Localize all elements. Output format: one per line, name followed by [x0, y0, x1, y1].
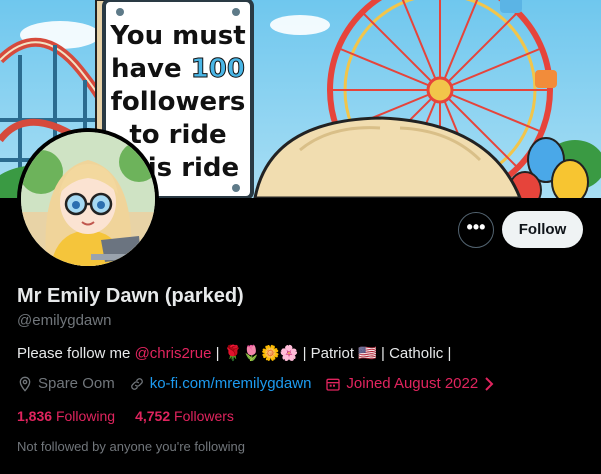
- sign-line-2: have 100: [110, 53, 246, 86]
- profile-bio: Please follow me @chris2rue | 🌹🌷🌼🌸 | Pat…: [17, 344, 451, 362]
- sign-line-1: You must: [110, 21, 246, 51]
- followers-count: 4,752: [135, 408, 171, 424]
- follow-stats: 1,836 Following 4,752 Followers: [17, 408, 254, 424]
- following-label: Following: [55, 408, 116, 424]
- sign-line-3: followers: [110, 87, 246, 117]
- more-icon: •••: [466, 217, 486, 237]
- joined-date[interactable]: Joined August 2022: [325, 375, 494, 392]
- sign-line-2-a: have: [111, 54, 182, 84]
- calendar-icon: [325, 376, 341, 392]
- bio-prefix: Please follow me: [17, 345, 131, 362]
- sign-line-2-number: 100: [190, 54, 245, 85]
- joined-text: Joined August 2022: [346, 375, 479, 392]
- following-stat[interactable]: 1,836 Following: [17, 408, 115, 424]
- display-name: Mr Emily Dawn (parked): [17, 285, 244, 307]
- location: Spare Oom: [17, 375, 115, 392]
- followers-stat[interactable]: 4,752 Followers: [135, 408, 234, 424]
- website-link[interactable]: ko-fi.com/mremilygdawn: [150, 375, 312, 392]
- location-pin-icon: [17, 376, 33, 392]
- website: ko-fi.com/mremilygdawn: [129, 375, 312, 392]
- bio-rest: | 🌹🌷🌼🌸 | Patriot 🇺🇸 | Catholic |: [215, 345, 452, 362]
- following-count: 1,836: [17, 408, 53, 424]
- avatar-image: [21, 132, 155, 266]
- user-handle: @emilygdawn: [17, 312, 112, 329]
- chevron-right-icon: [484, 376, 494, 391]
- follow-button[interactable]: Follow: [502, 211, 583, 248]
- profile-meta-row: Spare Oom ko-fi.com/mremilygdawn Joined …: [17, 375, 508, 392]
- not-followed-notice: Not followed by anyone you're following: [17, 439, 245, 454]
- followers-label: Followers: [174, 408, 234, 424]
- bio-mention-link[interactable]: @chris2rue: [135, 345, 212, 362]
- link-icon: [129, 376, 145, 392]
- location-text: Spare Oom: [38, 375, 115, 392]
- more-options-button[interactable]: •••: [458, 212, 494, 248]
- avatar[interactable]: [17, 128, 159, 270]
